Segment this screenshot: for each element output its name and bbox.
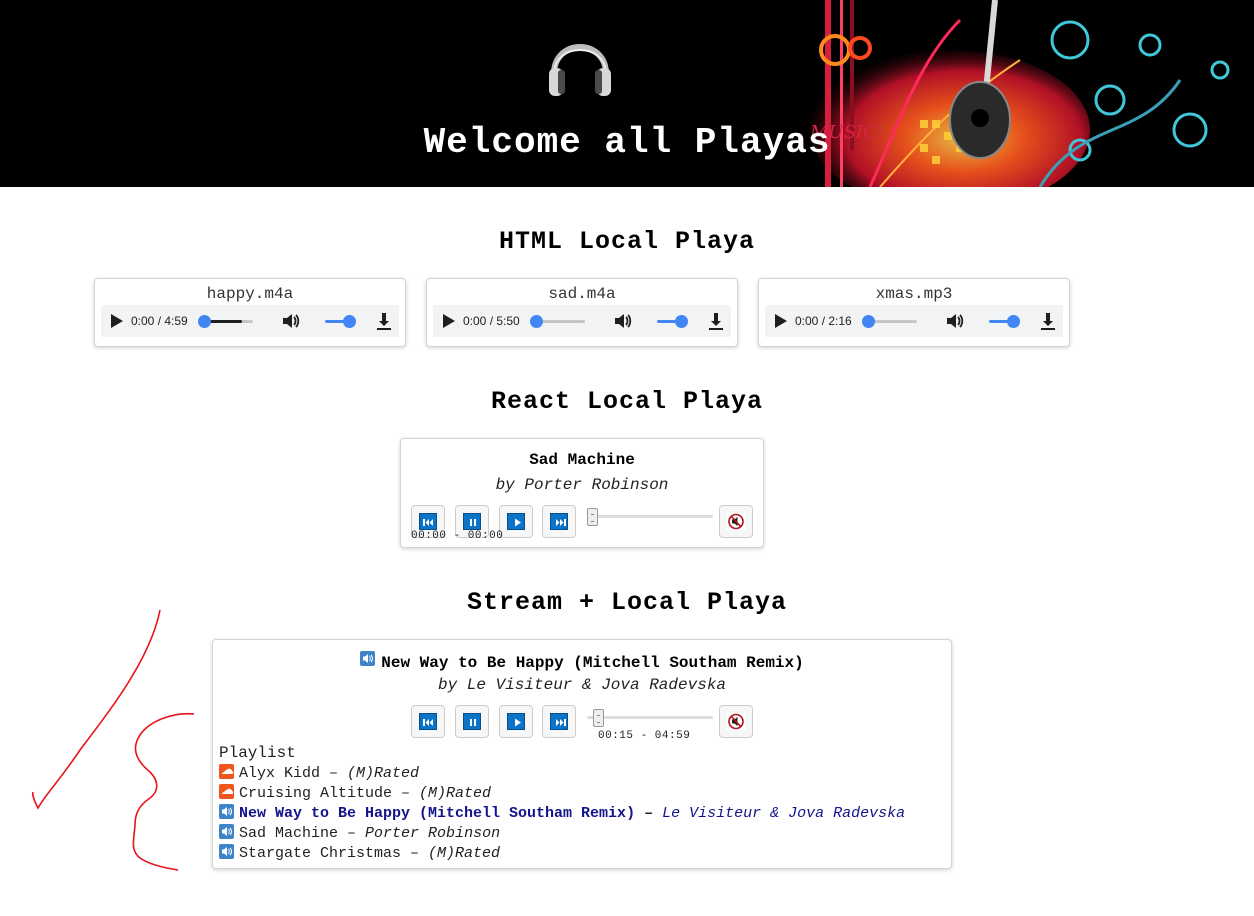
previous-button[interactable]	[411, 705, 445, 738]
playlist-item-artist: Porter Robinson	[365, 825, 501, 842]
play-icon[interactable]	[443, 314, 455, 328]
now-playing-title: New Way to Be Happy (Mitchell Southam Re…	[213, 651, 951, 672]
playlist-item-separator: –	[401, 845, 429, 862]
playlist-item-title: New Way to Be Happy (Mitchell Southam Re…	[239, 805, 636, 822]
speaker-icon	[219, 844, 234, 859]
audio-seek-bar[interactable]	[862, 315, 917, 328]
annotation-scribble	[31, 609, 195, 871]
audio-file-name: happy.m4a	[206, 285, 294, 303]
html-audio-player-happy: happy.m4a 0:00 / 4:59	[94, 278, 406, 347]
playlist-item-separator: –	[392, 785, 420, 802]
playlist-item-separator: –	[320, 765, 348, 782]
playlist-item-artist: (M)Rated	[419, 785, 492, 802]
html-audio-player-xmas: xmas.mp3 0:00 / 2:16	[758, 278, 1070, 347]
mute-button[interactable]	[719, 705, 753, 738]
volume-icon[interactable]	[613, 311, 633, 331]
volume-thumb[interactable]	[675, 315, 688, 328]
html-section-title: HTML Local Playa	[498, 227, 756, 256]
next-button[interactable]	[542, 505, 576, 538]
soundcloud-icon	[219, 764, 234, 779]
playlist-item-artist: (M)Rated	[428, 845, 501, 862]
play-icon[interactable]	[111, 314, 123, 328]
now-playing-artist: by Le Visiteur & Jova Radevska	[437, 676, 727, 694]
playlist-item-title: Sad Machine	[239, 825, 339, 842]
audio-controls: 0:00 / 4:59	[101, 305, 399, 337]
playlist-item-artist: (M)Rated	[347, 765, 420, 782]
volume-icon[interactable]	[945, 311, 965, 331]
seek-bar[interactable]	[587, 709, 713, 727]
audio-time: 0:00 / 4:59	[131, 314, 188, 328]
audio-seek-bar[interactable]	[198, 315, 253, 328]
speaker-icon	[219, 804, 234, 819]
next-button[interactable]	[542, 705, 576, 738]
react-player: Sad Machine by Porter Robinson 00:00 - 0…	[400, 438, 764, 548]
audio-time: 0:00 / 2:16	[795, 314, 852, 328]
audio-seek-thumb[interactable]	[530, 315, 543, 328]
now-playing-title-text: New Way to Be Happy (Mitchell Southam Re…	[381, 654, 804, 672]
playlist-item-artist: Le Visiteur & Jova Radevska	[662, 805, 906, 822]
playlist-item-title: Alyx Kidd	[239, 765, 321, 782]
audio-file-name: sad.m4a	[548, 285, 616, 303]
seek-thumb[interactable]	[587, 508, 598, 526]
playlist-heading: Playlist	[219, 744, 296, 762]
volume-thumb[interactable]	[343, 315, 356, 328]
volume-slider[interactable]	[989, 315, 1020, 328]
audio-time: 0:00 / 5:50	[463, 314, 520, 328]
header-banner: MUSIC Welcome all Playas	[0, 0, 1254, 187]
download-icon[interactable]	[1040, 311, 1056, 331]
html-audio-player-sad: sad.m4a 0:00 / 5:50	[426, 278, 738, 347]
skip-forward-icon	[550, 513, 568, 530]
playlist-item[interactable]: Alyx Kidd – (M)Rated	[219, 764, 419, 782]
playlist-item-separator: –	[338, 825, 366, 842]
volume-thumb[interactable]	[1007, 315, 1020, 328]
play-button[interactable]	[499, 705, 533, 738]
download-icon[interactable]	[376, 311, 392, 331]
audio-controls: 0:00 / 5:50	[433, 305, 731, 337]
now-playing-title: Sad Machine	[529, 451, 635, 469]
soundcloud-icon	[219, 784, 234, 799]
stream-player: New Way to Be Happy (Mitchell Southam Re…	[212, 639, 952, 869]
audio-seek-bar[interactable]	[530, 315, 585, 328]
play-icon[interactable]	[775, 314, 787, 328]
playlist-item[interactable]: New Way to Be Happy (Mitchell Southam Re…	[219, 804, 905, 822]
play-button[interactable]	[499, 505, 533, 538]
skip-forward-icon	[550, 713, 568, 730]
pause-button[interactable]	[455, 705, 489, 738]
stream-section-title: Stream + Local Playa	[466, 588, 788, 617]
mute-icon	[727, 513, 745, 530]
playlist-item-title: Cruising Altitude	[239, 785, 393, 802]
player-time: 00:00 - 00:00	[411, 530, 504, 542]
headphones-icon	[549, 44, 611, 96]
volume-slider[interactable]	[657, 315, 688, 328]
playlist-item[interactable]: Stargate Christmas – (M)Rated	[219, 844, 500, 862]
seek-bar[interactable]	[587, 508, 713, 526]
skip-back-icon	[419, 513, 437, 530]
speaker-icon	[219, 824, 234, 839]
playlist-item-title: Stargate Christmas	[239, 845, 402, 862]
mute-icon	[727, 713, 745, 730]
playlist-item[interactable]: Cruising Altitude – (M)Rated	[219, 784, 491, 802]
play-icon	[507, 713, 525, 730]
player-time: 00:15 - 04:59	[598, 730, 691, 742]
skip-back-icon	[419, 713, 437, 730]
seek-thumb[interactable]	[593, 709, 604, 727]
audio-seek-thumb[interactable]	[198, 315, 211, 328]
volume-slider[interactable]	[325, 315, 356, 328]
audio-seek-thumb[interactable]	[862, 315, 875, 328]
playlist-item[interactable]: Sad Machine – Porter Robinson	[219, 824, 500, 842]
pause-icon	[463, 713, 481, 730]
audio-file-name: xmas.mp3	[875, 285, 953, 303]
mute-button[interactable]	[719, 505, 753, 538]
now-playing-artist: by Porter Robinson	[495, 476, 669, 494]
playlist-item-separator: –	[635, 805, 663, 822]
play-icon	[507, 513, 525, 530]
download-icon[interactable]	[708, 311, 724, 331]
pause-icon	[463, 513, 481, 530]
speaker-icon	[360, 651, 376, 666]
react-section-title: React Local Playa	[490, 387, 764, 416]
audio-controls: 0:00 / 2:16	[765, 305, 1063, 337]
page-title: Welcome all Playas	[423, 122, 831, 163]
volume-icon[interactable]	[281, 311, 301, 331]
